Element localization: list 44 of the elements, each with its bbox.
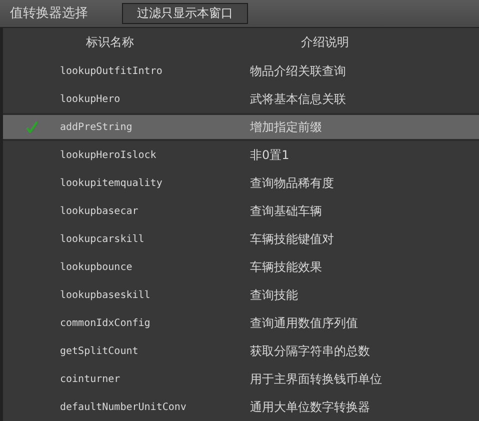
table-cell-text: 车辆技能效果 bbox=[250, 259, 322, 276]
table-cell-text: 物品介绍关联查询 bbox=[250, 63, 346, 80]
table-cell-text: 车辆技能键值对 bbox=[250, 231, 334, 248]
filter-button[interactable]: 过滤只显示本窗口 bbox=[122, 2, 248, 24]
table-row[interactable]: defaultNumberUnitConv 通用大单位数字转换器 bbox=[3, 393, 479, 421]
table-cell-text: 查询物品稀有度 bbox=[250, 175, 334, 192]
table-cell-text: 非0置1 bbox=[250, 147, 290, 164]
table-row[interactable]: lookupcarskill 车辆技能键值对 bbox=[3, 225, 479, 253]
table-row[interactable]: lookupOutfitIntro 物品介绍关联查询 bbox=[3, 57, 479, 85]
table-cell-text: getSplitCount bbox=[60, 344, 140, 358]
column-header: 介绍说明 bbox=[300, 34, 349, 52]
table-cell-text: 获取分隔字符串的总数 bbox=[250, 343, 370, 360]
table-cell-text: cointurner bbox=[60, 372, 122, 386]
table-cell-text: addPreString bbox=[60, 120, 134, 134]
table-cell-text: lookupHeroIslock bbox=[60, 148, 158, 162]
table-cell-text: 武将基本信息关联 bbox=[250, 91, 346, 108]
column-header: 标识名称 bbox=[85, 34, 135, 52]
table-row[interactable]: lookupHero 武将基本信息关联 bbox=[3, 85, 479, 113]
table-cell-text: lookupbasecar bbox=[60, 204, 140, 218]
table-cell-text: lookupbounce bbox=[60, 260, 134, 274]
table-row[interactable]: lookupbasecar 查询基础车辆 bbox=[3, 197, 479, 225]
table-cell-text: lookupcarskill bbox=[60, 232, 146, 246]
table-cell-text: defaultNumberUnitConv bbox=[60, 400, 188, 414]
table-row[interactable]: lookupitemquality 查询物品稀有度 bbox=[3, 169, 479, 197]
table-cell-text: 增加指定前缀 bbox=[250, 119, 322, 136]
table-cell-text: lookupitemquality bbox=[60, 176, 164, 190]
table-row[interactable]: commonIdxConfig 查询通用数值序列值 bbox=[3, 309, 479, 337]
toolbar-title: 值转换器选择 bbox=[10, 4, 89, 23]
table-row[interactable]: addPreString 增加指定前缀 bbox=[3, 113, 479, 141]
table-cell-text: commonIdxConfig bbox=[60, 316, 152, 330]
table-cell-text: 通用大单位数字转换器 bbox=[250, 399, 370, 416]
table-row[interactable]: getSplitCount 获取分隔字符串的总数 bbox=[3, 337, 479, 365]
table-cell-text: 查询技能 bbox=[250, 287, 298, 304]
table-cell-text: 用于主界面转换钱币单位 bbox=[250, 371, 382, 388]
table-cell-text: 查询基础车辆 bbox=[250, 203, 322, 220]
table-row[interactable]: cointurner 用于主界面转换钱币单位 bbox=[3, 365, 479, 393]
table-row[interactable]: lookupHeroIslock 非0置1 bbox=[3, 141, 479, 169]
table-row[interactable]: lookupbounce 车辆技能效果 bbox=[3, 253, 479, 281]
table-cell-text: lookupHero bbox=[60, 92, 122, 106]
check-icon bbox=[26, 121, 38, 133]
table-row[interactable]: lookupbaseskill 查询技能 bbox=[3, 281, 479, 309]
table-cell-text: lookupbaseskill bbox=[60, 288, 152, 302]
table-cell-text: lookupOutfitIntro bbox=[60, 64, 164, 78]
table-cell-text: 查询通用数值序列值 bbox=[250, 315, 358, 332]
